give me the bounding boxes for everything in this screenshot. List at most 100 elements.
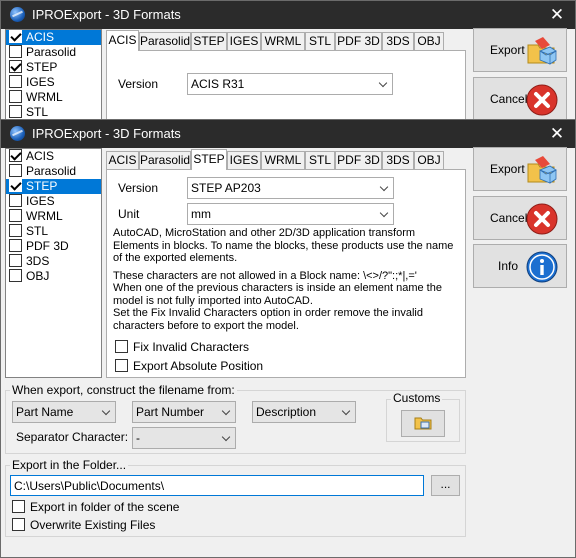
folder-open-icon xyxy=(414,417,432,430)
chevron-down-icon xyxy=(375,74,392,94)
customs-button[interactable] xyxy=(401,410,445,437)
format-item-wrml[interactable]: WRML xyxy=(6,90,101,105)
checkbox-icon[interactable] xyxy=(9,224,22,237)
checkbox-checked-icon[interactable] xyxy=(9,60,22,73)
scene-folder-checkbox[interactable]: Export in folder of the scene xyxy=(12,500,179,514)
back-version-label: Version xyxy=(118,77,159,91)
back-export-button[interactable]: Export xyxy=(473,28,567,72)
format-item-step[interactable]: STEP xyxy=(6,60,101,75)
checkbox-checked-icon[interactable] xyxy=(9,30,22,43)
format-item-stl[interactable]: STL xyxy=(6,224,101,239)
back-tab-acis[interactable]: ACIS xyxy=(106,30,139,51)
chevron-down-icon xyxy=(338,402,355,422)
back-format-list[interactable]: ACIS Parasolid STEP IGES WRML STL xyxy=(5,29,102,121)
filename-part2-combo[interactable]: Part Number xyxy=(132,401,236,423)
cancel-x-icon xyxy=(526,84,558,116)
format-item-pdf3d[interactable]: PDF 3D xyxy=(6,239,101,254)
back-tab-pdf3d[interactable]: PDF 3D xyxy=(335,32,382,50)
format-item-iges[interactable]: IGES xyxy=(6,75,101,90)
checkbox-icon[interactable] xyxy=(9,105,22,118)
back-tab-wrml[interactable]: WRML xyxy=(261,32,305,50)
format-item-acis[interactable]: ACIS xyxy=(6,30,101,45)
unit-combo[interactable]: mm xyxy=(187,203,394,225)
info-paragraph: AutoCAD, MicroStation and other 2D/3D ap… xyxy=(113,227,454,264)
tab-stl[interactable]: STL xyxy=(305,151,335,169)
format-item-parasolid[interactable]: Parasolid xyxy=(6,164,101,179)
tab-iges[interactable]: IGES xyxy=(227,151,261,169)
checkbox-checked-icon[interactable] xyxy=(9,179,22,192)
format-item-stl[interactable]: STL xyxy=(6,105,101,120)
export-absolute-checkbox[interactable]: Export Absolute Position xyxy=(115,359,263,373)
step-tab-panel: Version STEP AP203 Unit mm AutoCAD, Micr… xyxy=(106,169,466,378)
checkbox-icon[interactable] xyxy=(12,518,25,531)
checkbox-icon[interactable] xyxy=(9,254,22,267)
tab-step[interactable]: STEP xyxy=(191,149,227,170)
info-invalid-chars: These characters are not allowed in a Bl… xyxy=(113,269,417,282)
back-cancel-button[interactable]: Cancel xyxy=(473,77,567,121)
tab-3ds[interactable]: 3DS xyxy=(382,151,414,169)
back-tab-3ds[interactable]: 3DS xyxy=(382,32,414,50)
version-label: Version xyxy=(118,181,159,195)
checkbox-icon[interactable] xyxy=(9,164,22,177)
browse-folder-button[interactable]: ... xyxy=(431,475,460,496)
unit-label: Unit xyxy=(118,207,140,221)
chevron-down-icon xyxy=(376,178,393,198)
back-window-title: IPROExport - 3D Formats xyxy=(32,7,181,22)
format-item-3ds[interactable]: 3DS xyxy=(6,254,101,269)
format-item-wrml[interactable]: WRML xyxy=(6,209,101,224)
app-globe-icon xyxy=(10,126,25,141)
separator-combo[interactable]: - xyxy=(132,427,236,449)
format-item-obj[interactable]: OBJ xyxy=(6,269,101,284)
format-item-step[interactable]: STEP xyxy=(6,179,101,194)
chevron-down-icon xyxy=(218,402,235,422)
format-list[interactable]: ACIS Parasolid STEP IGES WRML STL PDF 3D… xyxy=(5,148,102,378)
tab-parasolid[interactable]: Parasolid xyxy=(139,151,191,169)
version-combo[interactable]: STEP AP203 xyxy=(187,177,394,199)
format-item-acis[interactable]: ACIS xyxy=(6,149,101,164)
block-name-info-text: AutoCAD, MicroStation and other 2D/3D ap… xyxy=(113,227,459,332)
checkbox-icon[interactable] xyxy=(9,90,22,103)
info-button[interactable]: Info xyxy=(473,244,567,288)
export-folder-icon xyxy=(527,37,557,65)
back-tab-parasolid[interactable]: Parasolid xyxy=(139,32,191,50)
format-item-iges[interactable]: IGES xyxy=(6,194,101,209)
checkbox-icon[interactable] xyxy=(9,194,22,207)
folder-group-title: Export in the Folder... xyxy=(10,458,129,472)
filename-part3-combo[interactable]: Description xyxy=(252,401,356,423)
back-format-tabs: ACIS Parasolid STEP IGES WRML STL PDF 3D… xyxy=(106,30,466,51)
checkbox-icon[interactable] xyxy=(9,209,22,222)
overwrite-checkbox[interactable]: Overwrite Existing Files xyxy=(12,518,155,532)
dialog-window: IPROExport - 3D Formats ✕ ACIS Parasolid… xyxy=(0,119,576,558)
back-tab-step[interactable]: STEP xyxy=(191,32,227,50)
close-button[interactable]: ✕ xyxy=(539,120,575,148)
checkbox-icon[interactable] xyxy=(115,340,128,353)
fix-invalid-checkbox[interactable]: Fix Invalid Characters xyxy=(115,340,249,354)
checkbox-checked-icon[interactable] xyxy=(9,149,22,162)
back-close-button[interactable]: ✕ xyxy=(539,1,575,29)
checkbox-icon[interactable] xyxy=(9,75,22,88)
customs-group-title: Customs xyxy=(391,391,443,405)
back-version-combo[interactable]: ACIS R31 xyxy=(187,73,393,95)
back-tab-iges[interactable]: IGES xyxy=(227,32,261,50)
filename-part1-combo[interactable]: Part Name xyxy=(12,401,116,423)
checkbox-icon[interactable] xyxy=(9,269,22,282)
export-button[interactable]: Export xyxy=(473,147,567,191)
back-tab-stl[interactable]: STL xyxy=(305,32,335,50)
checkbox-icon[interactable] xyxy=(9,45,22,58)
cancel-button[interactable]: Cancel xyxy=(473,196,567,240)
checkbox-icon[interactable] xyxy=(12,500,25,513)
folder-path-input[interactable]: C:\Users\Public\Documents\ xyxy=(10,475,424,496)
back-dialog-window: IPROExport - 3D Formats ✕ ACIS Parasolid… xyxy=(0,0,576,122)
checkbox-icon[interactable] xyxy=(9,239,22,252)
back-tab-obj[interactable]: OBJ xyxy=(414,32,444,50)
tab-wrml[interactable]: WRML xyxy=(261,151,305,169)
back-title-bar: IPROExport - 3D Formats ✕ xyxy=(1,1,575,29)
checkbox-icon[interactable] xyxy=(115,359,128,372)
separator-label: Separator Character: xyxy=(16,430,129,444)
format-item-parasolid[interactable]: Parasolid xyxy=(6,45,101,60)
tab-obj[interactable]: OBJ xyxy=(414,151,444,169)
app-globe-icon xyxy=(10,7,25,22)
tab-pdf3d[interactable]: PDF 3D xyxy=(335,151,382,169)
chevron-down-icon xyxy=(376,204,393,224)
tab-acis[interactable]: ACIS xyxy=(106,151,139,169)
